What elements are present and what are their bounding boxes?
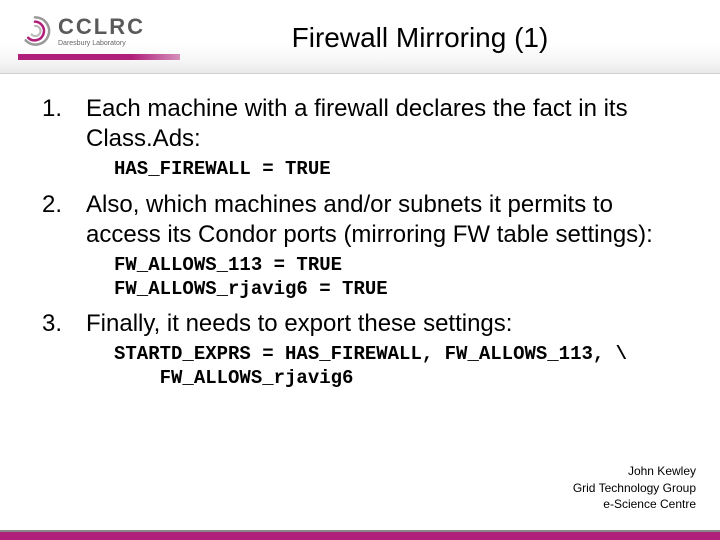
logo-accent-bar	[18, 54, 180, 60]
footer-author: John Kewley	[573, 463, 696, 479]
list-item: Also, which machines and/or subnets it p…	[30, 190, 690, 302]
list-item-text: Each machine with a firewall declares th…	[86, 95, 628, 152]
slide-header: CCLRC Daresbury Laboratory Firewall Mirr…	[0, 0, 720, 74]
footer-credits: John Kewley Grid Technology Group e-Scie…	[573, 463, 696, 512]
numbered-list: Each machine with a firewall declares th…	[30, 94, 690, 391]
code-block: HAS_FIREWALL = TRUE	[114, 158, 690, 182]
list-item-text: Also, which machines and/or subnets it p…	[86, 191, 653, 248]
code-block: STARTD_EXPRS = HAS_FIREWALL, FW_ALLOWS_1…	[114, 343, 690, 391]
list-item: Finally, it needs to export these settin…	[30, 309, 690, 391]
code-block: FW_ALLOWS_113 = TRUE FW_ALLOWS_rjavig6 =…	[114, 254, 690, 302]
list-item: Each machine with a firewall declares th…	[30, 94, 690, 182]
footer-group: Grid Technology Group	[573, 480, 696, 496]
list-item-text: Finally, it needs to export these settin…	[86, 310, 512, 337]
footer-centre: e-Science Centre	[573, 496, 696, 512]
slide-content: Each machine with a firewall declares th…	[0, 74, 720, 391]
slide-title: Firewall Mirroring (1)	[0, 22, 720, 54]
bottom-accent-bar	[0, 530, 720, 540]
